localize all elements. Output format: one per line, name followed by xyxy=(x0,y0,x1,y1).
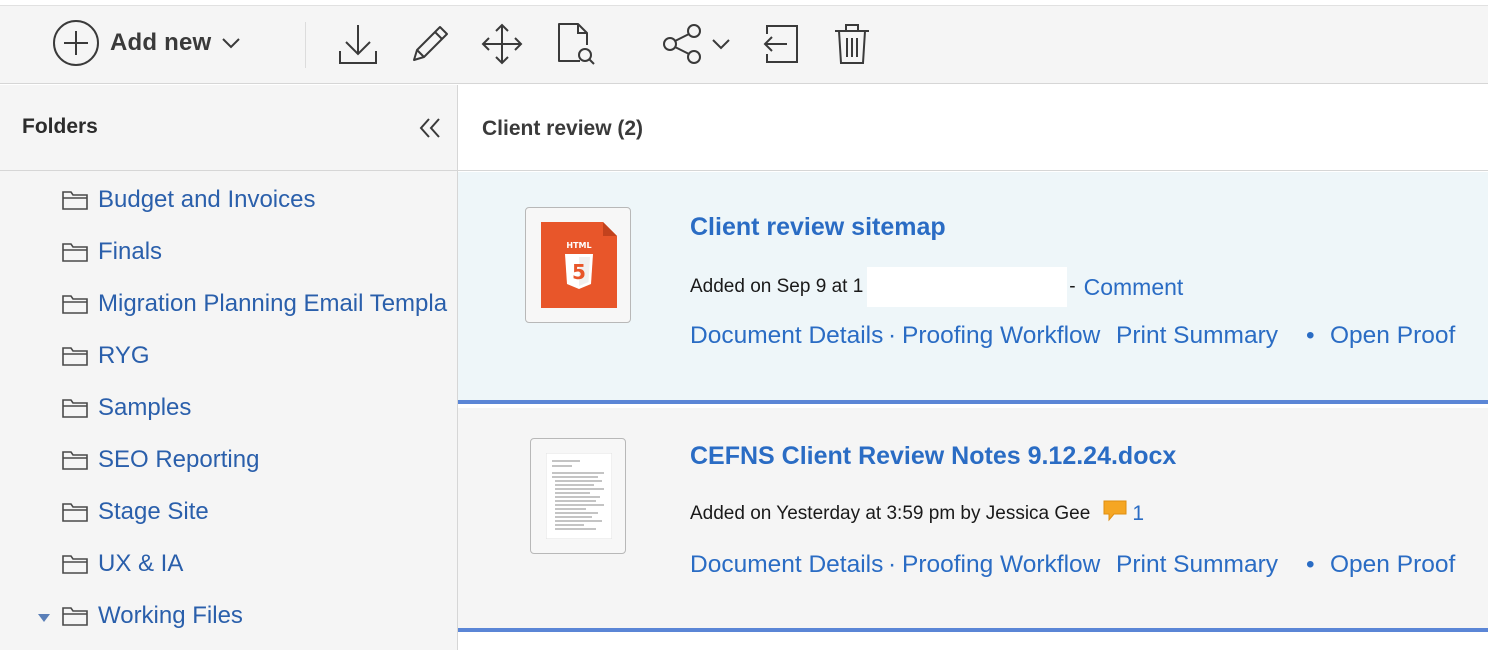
expand-caret-icon[interactable] xyxy=(37,610,51,628)
link-separator: · xyxy=(888,551,897,578)
trash-icon xyxy=(832,22,872,66)
folder-item[interactable]: Finals xyxy=(0,227,457,279)
download-icon xyxy=(337,21,379,67)
folder-icon xyxy=(61,448,89,477)
document-thumbnail[interactable] xyxy=(530,438,626,554)
document-row[interactable]: HTML 5 Client review sitemap Added on Se… xyxy=(458,172,1488,404)
document-meta-text: Added on Yesterday at 3:59 pm by Jessica… xyxy=(690,503,1091,524)
folder-item-expanded[interactable]: Working Files xyxy=(0,591,457,643)
folder-label: Finals xyxy=(98,238,163,265)
folder-label: Stage Site xyxy=(98,498,209,525)
folder-label: SEO Reporting xyxy=(98,446,260,473)
comment-link[interactable]: Comment xyxy=(1084,274,1184,301)
download-button[interactable] xyxy=(336,20,380,68)
folder-icon xyxy=(61,292,89,321)
search-document-button[interactable] xyxy=(554,20,598,68)
main-panel: Client review (2) HTML 5 Client review s… xyxy=(458,85,1488,650)
document-preview-icon xyxy=(545,452,613,544)
page-title: Client review (2) xyxy=(482,117,644,140)
add-circle-icon xyxy=(52,19,100,67)
meta-separator: - xyxy=(1069,276,1076,297)
link-separator: · xyxy=(888,322,897,349)
exit-button[interactable] xyxy=(758,20,802,68)
proofing-workflow-link[interactable]: Proofing Workflow xyxy=(902,322,1100,350)
folder-item[interactable]: Budget and Invoices xyxy=(0,175,457,227)
edit-pencil-icon xyxy=(408,22,452,66)
add-new-label: Add new xyxy=(110,29,212,56)
folders-sidebar: Folders Budget and Invoices Finals Migra… xyxy=(0,85,458,650)
sidebar-title: Folders xyxy=(22,115,98,138)
folder-icon xyxy=(61,396,89,425)
document-details-link[interactable]: Document Details xyxy=(690,551,883,579)
comment-bubble-icon xyxy=(1102,499,1128,529)
edit-button[interactable] xyxy=(408,20,452,68)
comment-count: 1 xyxy=(1132,502,1145,525)
folder-label: RYG xyxy=(98,342,150,369)
folder-label: Samples xyxy=(98,394,192,421)
double-chevron-left-icon xyxy=(417,118,443,145)
document-meta-text: Added on Sep 9 at 1 xyxy=(690,276,864,297)
html5-icon: HTML 5 xyxy=(541,222,617,313)
exit-icon xyxy=(759,22,801,66)
search-document-icon xyxy=(554,21,598,67)
sidebar-header: Folders xyxy=(0,85,457,171)
document-thumbnail[interactable]: HTML 5 xyxy=(525,207,631,323)
folder-icon xyxy=(61,604,89,633)
svg-text:5: 5 xyxy=(572,260,586,284)
link-separator: • xyxy=(1306,322,1315,349)
collapse-sidebar-button[interactable] xyxy=(417,115,443,141)
move-button[interactable] xyxy=(480,20,524,68)
folder-icon xyxy=(61,500,89,529)
folder-icon xyxy=(61,240,89,269)
folder-item[interactable]: RYG xyxy=(0,331,457,383)
delete-button[interactable] xyxy=(830,20,874,68)
folder-item[interactable]: UX & IA xyxy=(0,539,457,591)
open-proof-link[interactable]: Open Proof xyxy=(1330,322,1455,350)
share-button[interactable] xyxy=(656,20,736,68)
folder-label: UX & IA xyxy=(98,550,184,577)
folder-list: Budget and Invoices Finals Migration Pla… xyxy=(0,175,457,643)
move-icon xyxy=(480,22,524,66)
chevron-down-icon xyxy=(711,38,731,50)
toolbar-divider xyxy=(305,22,306,68)
share-icon xyxy=(661,22,705,66)
chevron-down-icon xyxy=(221,37,241,49)
folder-item[interactable]: SEO Reporting xyxy=(0,435,457,487)
folder-icon xyxy=(61,344,89,373)
folder-icon xyxy=(61,552,89,581)
document-details-link[interactable]: Document Details xyxy=(690,322,883,350)
open-proof-link[interactable]: Open Proof xyxy=(1330,551,1455,579)
comment-badge[interactable]: 1 xyxy=(1102,499,1144,529)
link-separator: • xyxy=(1306,551,1315,578)
print-summary-link[interactable]: Print Summary xyxy=(1116,551,1278,579)
folder-item[interactable]: Migration Planning Email Templa xyxy=(0,279,457,331)
document-title-link[interactable]: Client review sitemap xyxy=(690,213,946,242)
toolbar: Add new xyxy=(0,6,1488,84)
folder-label: Working Files xyxy=(98,602,243,629)
document-title-link[interactable]: CEFNS Client Review Notes 9.12.24.docx xyxy=(690,442,1176,471)
redacted-block xyxy=(867,267,1068,307)
document-meta: Added on Yesterday at 3:59 pm by Jessica… xyxy=(690,499,1144,529)
folder-item[interactable]: Stage Site xyxy=(0,487,457,539)
print-summary-link[interactable]: Print Summary xyxy=(1116,322,1278,350)
folder-icon xyxy=(61,188,89,217)
main-header: Client review (2) xyxy=(458,85,1488,171)
folder-label: Migration Planning Email Templa xyxy=(98,290,448,317)
document-meta: Added on Sep 9 at 1 - Comment xyxy=(690,267,1183,307)
folder-label: Budget and Invoices xyxy=(98,186,316,213)
html-badge: HTML xyxy=(566,241,591,250)
document-row[interactable]: CEFNS Client Review Notes 9.12.24.docx A… xyxy=(458,408,1488,632)
folder-item[interactable]: Samples xyxy=(0,383,457,435)
add-new-button[interactable]: Add new xyxy=(52,19,241,67)
proofing-workflow-link[interactable]: Proofing Workflow xyxy=(902,551,1100,579)
